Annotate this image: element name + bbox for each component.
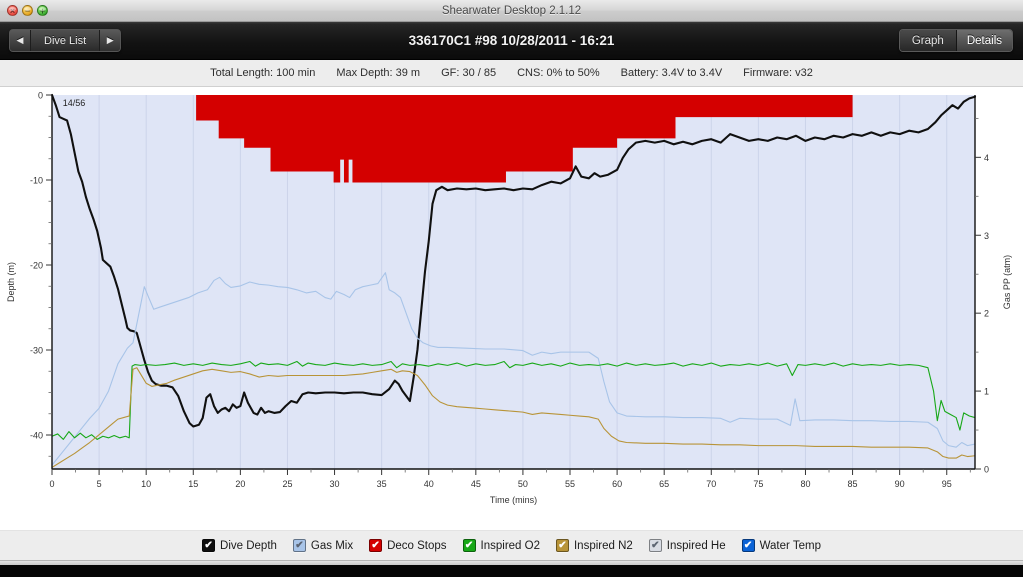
inspired-n2-checkbox[interactable]: ✔ <box>555 539 569 552</box>
water-temp-checkbox[interactable]: ✔ <box>741 539 755 552</box>
maximize-icon: + <box>39 6 46 16</box>
stat-max-depth: Max Depth: 39 m <box>336 67 421 79</box>
x-tick-label: 0 <box>49 479 54 489</box>
legend-item-inspired-n2[interactable]: ✔ Inspired N2 <box>555 539 633 552</box>
y-axis-label-right: Gas PP (atm) <box>1002 255 1012 309</box>
y-tick-label-left: -30 <box>30 346 43 356</box>
dive-profile-chart: 0 -10 -20 -30 -40 0 1 2 3 4 0 5 10 15 20 25 30 35 40 45 50 55… <box>0 87 1023 530</box>
x-tick-label: 20 <box>235 479 245 489</box>
deco-stops-checkbox[interactable]: ✔ <box>369 539 383 552</box>
window-controls: × − + <box>7 5 48 16</box>
x-tick-label: 5 <box>97 479 102 489</box>
y-tick-label-left: 0 <box>38 91 43 101</box>
stat-total-length: Total Length: 100 min <box>210 67 316 79</box>
x-tick-label: 65 <box>659 479 669 489</box>
dive-depth-checkbox[interactable]: ✔ <box>202 539 216 552</box>
x-tick-label: 75 <box>753 479 763 489</box>
dive-profile-plot[interactable]: 0-10-20-30-40012340 5 10 15 20 25 30 35 40 45 50 55… <box>0 87 1023 530</box>
y-tick-label-left: -10 <box>30 176 43 186</box>
tab-details[interactable]: Details <box>955 30 1012 51</box>
legend-item-dive-depth[interactable]: ✔ Dive Depth <box>202 539 277 552</box>
x-tick-label: 15 <box>188 479 198 489</box>
window-title: Shearwater Desktop 2.1.12 <box>441 4 582 17</box>
stat-battery: Battery: 3.4V to 3.4V <box>620 67 723 79</box>
dive-list-button[interactable]: Dive List <box>30 30 101 51</box>
x-tick-label: 80 <box>800 479 810 489</box>
maximize-window-button[interactable]: + <box>37 5 48 16</box>
legend-item-inspired-o2[interactable]: ✔ Inspired O2 <box>462 539 540 552</box>
window-title-bar: × − + Shearwater Desktop 2.1.12 <box>0 0 1023 22</box>
legend-item-inspired-he[interactable]: ✔ Inspired He <box>648 539 726 552</box>
x-tick-label: 50 <box>518 479 528 489</box>
y-tick-label-right: 4 <box>984 153 989 163</box>
chevron-left-icon: ◀ <box>16 35 24 45</box>
y-tick-label-right: 3 <box>984 231 989 241</box>
x-tick-label: 25 <box>282 479 292 489</box>
y-tick-label-right: 2 <box>984 309 989 319</box>
main-toolbar: ◀ Dive List ▶ 336170C1 #98 10/28/2011 - … <box>0 22 1023 60</box>
stat-firmware: Firmware: v32 <box>743 67 813 79</box>
legend-label-inspired-he: Inspired He <box>666 539 726 552</box>
legend-item-gas-mix[interactable]: ✔ Gas Mix <box>292 539 354 552</box>
dive-navigation-group: ◀ Dive List ▶ <box>9 29 122 52</box>
stat-cns: CNS: 0% to 50% <box>517 67 600 79</box>
y-tick-label-right: 0 <box>984 465 989 475</box>
x-tick-label: 95 <box>942 479 952 489</box>
x-tick-label: 40 <box>424 479 434 489</box>
close-icon: × <box>9 6 16 16</box>
x-tick-label: 30 <box>330 479 340 489</box>
x-tick-label: 35 <box>377 479 387 489</box>
x-tick-label: 85 <box>848 479 858 489</box>
legend-label-water-temp: Water Temp <box>759 539 821 552</box>
x-tick-label: 60 <box>612 479 622 489</box>
chart-legend: ✔ Dive Depth ✔ Gas Mix ✔ Deco Stops ✔ In… <box>0 530 1023 560</box>
legend-label-dive-depth: Dive Depth <box>220 539 277 552</box>
inspired-o2-checkbox[interactable]: ✔ <box>462 539 476 552</box>
y-tick-label-left: -20 <box>30 261 43 271</box>
next-dive-button[interactable]: ▶ <box>100 30 121 51</box>
legend-item-water-temp[interactable]: ✔ Water Temp <box>741 539 821 552</box>
x-tick-label: 10 <box>141 479 151 489</box>
dive-stats-bar: Total Length: 100 min Max Depth: 39 m GF… <box>0 60 1023 87</box>
x-axis-label: Time (mins) <box>490 495 537 505</box>
stat-gradient-factor: GF: 30 / 85 <box>441 67 497 79</box>
chevron-right-icon: ▶ <box>106 35 114 45</box>
x-tick-label: 45 <box>471 479 481 489</box>
close-window-button[interactable]: × <box>7 5 18 16</box>
minimize-window-button[interactable]: − <box>22 5 33 16</box>
y-tick-label-right: 1 <box>984 387 989 397</box>
x-tick-label: 90 <box>895 479 905 489</box>
y-tick-label-left: -40 <box>30 431 43 441</box>
gas-mix-label: 14/56 <box>63 98 86 108</box>
gas-mix-checkbox[interactable]: ✔ <box>292 539 306 552</box>
x-tick-label: 70 <box>706 479 716 489</box>
tab-graph[interactable]: Graph <box>899 30 956 51</box>
view-mode-segmented-control: Graph Details <box>898 29 1013 52</box>
previous-dive-button[interactable]: ◀ <box>10 30 30 51</box>
x-tick-label: 55 <box>565 479 575 489</box>
application-window: × − + Shearwater Desktop 2.1.12 ◀ Dive L… <box>0 0 1023 560</box>
legend-item-deco-stops[interactable]: ✔ Deco Stops <box>369 539 447 552</box>
legend-label-inspired-o2: Inspired O2 <box>480 539 540 552</box>
legend-label-deco-stops: Deco Stops <box>387 539 447 552</box>
legend-label-inspired-n2: Inspired N2 <box>573 539 633 552</box>
legend-label-gas-mix: Gas Mix <box>310 539 354 552</box>
desktop-background <box>0 565 1023 577</box>
y-axis-label-left: Depth (m) <box>6 262 16 302</box>
minimize-icon: − <box>24 6 31 16</box>
dive-title: 336170C1 #98 10/28/2011 - 16:21 <box>408 33 615 48</box>
inspired-he-checkbox[interactable]: ✔ <box>648 539 662 552</box>
